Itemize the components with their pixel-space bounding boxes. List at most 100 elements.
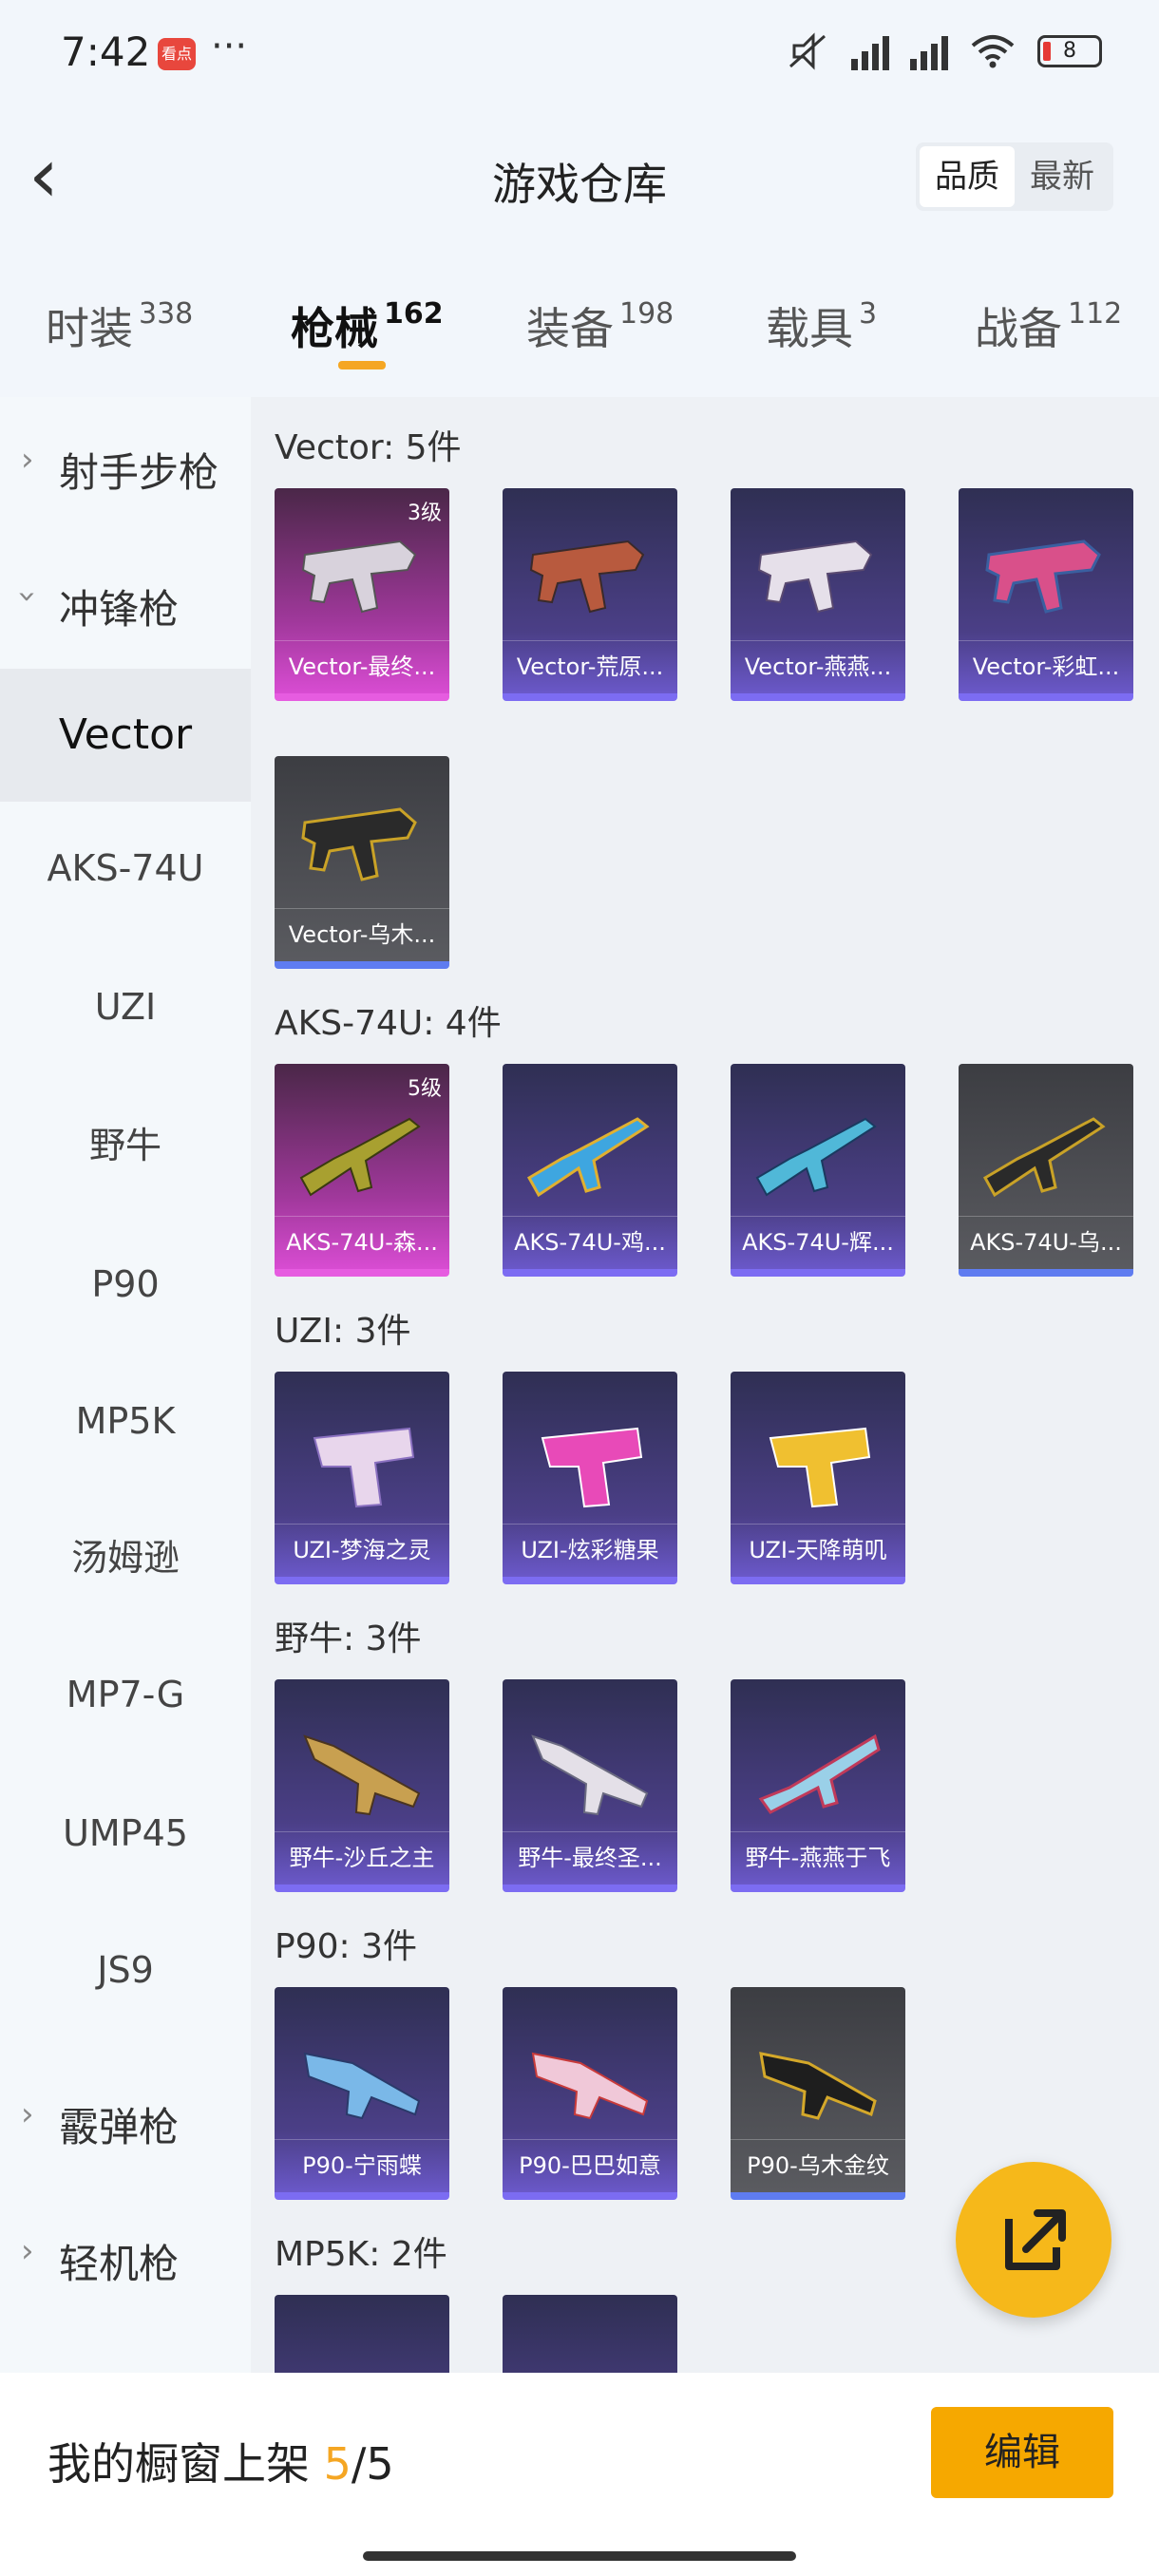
weapon-card[interactable]: 野牛-燕燕于飞 <box>731 1679 905 1892</box>
sidebar-item-bizon[interactable]: 野牛 <box>0 1079 251 1212</box>
sidebar-item-p90[interactable]: P90 <box>0 1218 251 1351</box>
weapon-icon <box>299 1117 421 1197</box>
sort-quality-button[interactable]: 品质 <box>920 146 1015 207</box>
weapon-icon <box>303 2052 421 2120</box>
sidebar-item-mp5k[interactable]: MP5K <box>0 1354 251 1487</box>
home-indicator[interactable] <box>363 2551 796 2561</box>
mute-icon <box>789 32 826 70</box>
sidebar-item-thompson[interactable]: 汤姆逊 <box>0 1491 251 1624</box>
section-title-aks74u: AKS-74U: 4件 <box>275 1004 502 1043</box>
weapon-name: AKS-74U-森... <box>275 1216 449 1269</box>
weapon-card[interactable]: Vector-燕燕... <box>731 488 905 701</box>
active-tab-indicator <box>338 361 386 369</box>
level-badge: 3级 <box>408 502 442 525</box>
sidebar-item-uzi[interactable]: UZI <box>0 940 251 1073</box>
tab-guns[interactable]: 枪械 162 <box>291 294 444 357</box>
weapon-icon <box>531 1734 649 1816</box>
weapon-icon <box>758 1733 881 1814</box>
weapon-card[interactable]: 野牛-最终圣... <box>503 1679 677 1892</box>
system-icons: 8 <box>787 32 1102 70</box>
section-title-bizon: 野牛: 3件 <box>275 1619 422 1658</box>
category-sidebar: › 射手步枪 › 冲锋枪 Vector AKS-74U UZI 野牛 P90 MP5… <box>0 397 251 2373</box>
weapon-name: 野牛-最终圣... <box>503 1831 677 1885</box>
weapon-icon <box>301 807 417 881</box>
weapon-icon <box>301 540 417 614</box>
weapon-card[interactable]: AKS-74U-乌... <box>959 1064 1133 1277</box>
weapon-name: P90-乌木金纹 <box>731 2139 905 2192</box>
showcase-counter: 我的橱窗上架 5/5 <box>48 2438 394 2490</box>
section-title-mp5k: MP5K: 2件 <box>275 2235 447 2274</box>
weapon-card[interactable]: UZI-天降萌叽 <box>731 1372 905 1584</box>
tab-battle-gear[interactable]: 战备 112 <box>975 294 1122 357</box>
weapon-card[interactable]: 3级 Vector-最终... <box>275 488 449 701</box>
sidebar-group-marksman[interactable]: › 射手步枪 <box>0 416 251 511</box>
sort-toggle: 品质 最新 <box>916 142 1113 211</box>
weapon-card[interactable]: Vector-乌木... <box>275 756 449 969</box>
weapon-card[interactable]: AKS-74U-鸡... <box>503 1064 677 1277</box>
sidebar-group-shotgun[interactable]: › 霰弹枪 <box>0 2071 251 2166</box>
weapon-icon <box>541 1427 643 1508</box>
weapon-card[interactable] <box>503 2295 677 2373</box>
weapon-icon <box>769 1427 871 1508</box>
chevron-right-icon: › <box>21 441 34 479</box>
weapon-icon <box>529 540 645 614</box>
sidebar-item-ump45[interactable]: UMP45 <box>0 1767 251 1900</box>
weapon-name: 野牛-沙丘之主 <box>275 1831 449 1885</box>
weapon-card[interactable]: UZI-梦海之灵 <box>275 1372 449 1584</box>
tab-vehicles[interactable]: 载具 3 <box>766 294 877 357</box>
weapon-icon <box>755 1117 877 1197</box>
weapon-name: AKS-74U-乌... <box>959 1216 1133 1269</box>
weapon-name: UZI-天降萌叽 <box>731 1524 905 1577</box>
sidebar-group-smg[interactable]: › 冲锋枪 <box>0 553 251 648</box>
weapon-name: P90-宁雨蝶 <box>275 2139 449 2192</box>
weapon-name: P90-巴巴如意 <box>503 2139 677 2192</box>
weapon-icon <box>313 1427 415 1508</box>
section-title-uzi: UZI: 3件 <box>275 1312 411 1351</box>
sidebar-item-aks74u[interactable]: AKS-74U <box>0 802 251 935</box>
bottom-bar: 我的橱窗上架 5/5 编辑 <box>0 2373 1159 2576</box>
section-title-p90: P90: 3件 <box>275 1927 417 1966</box>
weapon-icon <box>526 1117 650 1198</box>
weapon-card[interactable]: P90-乌木金纹 <box>731 1987 905 2200</box>
edit-button[interactable]: 编辑 <box>931 2407 1113 2498</box>
weapon-card[interactable]: 野牛-沙丘之主 <box>275 1679 449 1892</box>
weapon-card[interactable]: P90-巴巴如意 <box>503 1987 677 2200</box>
weapon-name: Vector-荒原... <box>503 640 677 693</box>
weapon-icon <box>759 2052 877 2120</box>
weapon-card[interactable] <box>275 2295 449 2373</box>
sidebar-item-js9[interactable]: JS9 <box>0 1904 251 2036</box>
chevron-down-icon: › <box>8 590 47 603</box>
signal-icon-2 <box>910 32 948 70</box>
weapon-name: Vector-最终... <box>275 640 449 693</box>
section-title-vector: Vector: 5件 <box>275 428 462 467</box>
weapon-name: 野牛-燕燕于飞 <box>731 1831 905 1885</box>
chevron-right-icon: › <box>21 2232 34 2270</box>
share-button[interactable] <box>956 2162 1112 2318</box>
share-icon <box>1005 2209 1066 2270</box>
sort-latest-button[interactable]: 最新 <box>1015 146 1110 207</box>
weapon-name: AKS-74U-鸡... <box>503 1216 677 1269</box>
weapon-icon <box>303 1734 421 1816</box>
weapon-card[interactable]: UZI-炫彩糖果 <box>503 1372 677 1584</box>
weapon-name: AKS-74U-辉... <box>731 1216 905 1269</box>
weapon-card[interactable]: 5级 AKS-74U-森... <box>275 1064 449 1277</box>
weapon-card[interactable]: P90-宁雨蝶 <box>275 1987 449 2200</box>
weapon-icon <box>985 540 1101 614</box>
tab-equipment[interactable]: 装备 198 <box>526 294 674 357</box>
weapon-name: UZI-炫彩糖果 <box>503 1524 677 1577</box>
sidebar-item-mp7g[interactable]: MP7-G <box>0 1628 251 1761</box>
app-notification-icon: 看点 <box>158 38 196 70</box>
weapon-card[interactable]: Vector-彩虹... <box>959 488 1133 701</box>
tab-outfit[interactable]: 时装 338 <box>46 294 193 357</box>
chevron-right-icon: › <box>21 2095 34 2133</box>
weapon-card[interactable]: Vector-荒原... <box>503 488 677 701</box>
weapon-card[interactable]: AKS-74U-辉... <box>731 1064 905 1277</box>
weapon-name: Vector-乌木... <box>275 908 449 961</box>
sidebar-item-vector[interactable]: Vector <box>0 669 251 802</box>
weapon-icon <box>982 1117 1106 1198</box>
weapon-list: Vector: 5件 3级 Vector-最终... Vector-荒原... … <box>251 397 1159 2373</box>
weapon-name: Vector-彩虹... <box>959 640 1133 693</box>
sidebar-group-lmg[interactable]: › 轻机枪 <box>0 2207 251 2302</box>
signal-icon <box>851 32 889 70</box>
weapon-icon <box>757 540 873 614</box>
